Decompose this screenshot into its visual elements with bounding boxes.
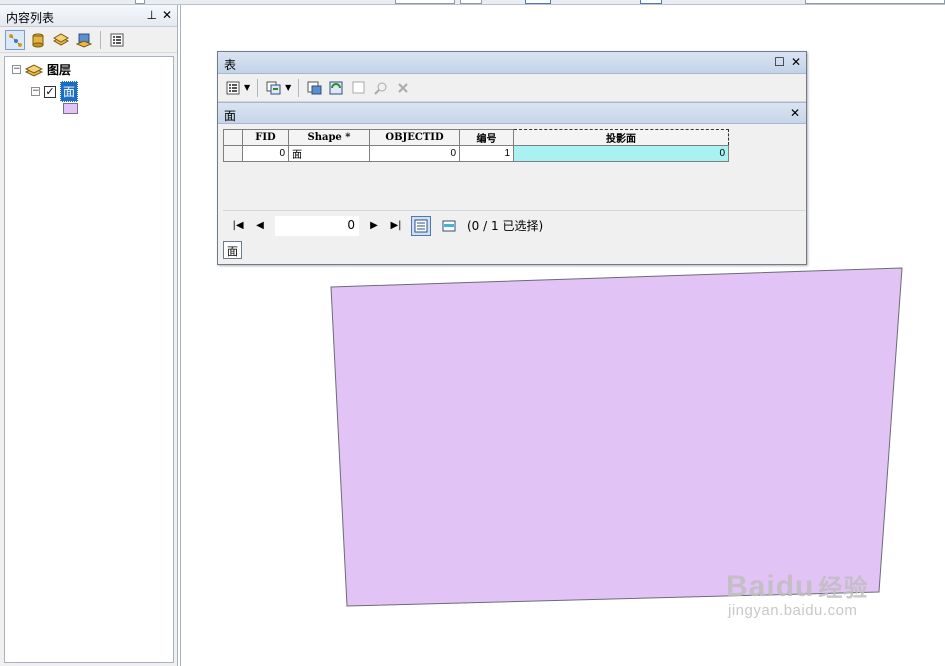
selection-layer-icon — [76, 33, 92, 48]
column-header-shape[interactable]: Shape * — [288, 129, 370, 146]
close-icon[interactable]: ✕ — [162, 8, 172, 22]
table-options-button[interactable] — [224, 80, 242, 96]
all-records-icon — [414, 219, 428, 232]
cell-shape[interactable]: 面 — [288, 145, 370, 162]
table-bottom-tab[interactable]: 面 — [223, 241, 242, 259]
last-record-icon[interactable]: ▶| — [389, 220, 403, 231]
previous-record-icon[interactable]: ◀ — [253, 220, 267, 231]
toolbar-button-stub[interactable] — [640, 0, 662, 4]
options-list-icon — [110, 33, 124, 46]
toolbar-field-stub[interactable] — [805, 0, 945, 4]
table-tab-title: 面 — [224, 109, 237, 123]
toc-toolbar — [0, 27, 177, 53]
select-by-attributes-icon — [307, 81, 322, 94]
column-header-projected-area[interactable]: 投影面 — [513, 129, 729, 146]
drawing-order-icon — [9, 33, 22, 47]
layers-icon — [53, 32, 69, 46]
table-tab-header: 面 ✕ — [218, 102, 806, 124]
legend-row — [63, 103, 78, 114]
table-header-row: FID Shape * OBJECTID 编号 投影面 — [223, 129, 729, 146]
toc-titlebar: 内容列表 ⊥ ✕ — [0, 5, 177, 27]
column-header-fid[interactable]: FID — [242, 129, 289, 146]
table-options-icon — [226, 81, 240, 94]
toolbar-field-stub[interactable] — [395, 0, 455, 4]
attribute-grid: FID Shape * OBJECTID 编号 投影面 0 面 0 1 0 — [223, 129, 805, 211]
pin-icon[interactable]: ⊥ — [147, 8, 157, 22]
first-record-icon[interactable]: |◀ — [231, 220, 245, 231]
tree-group-row[interactable]: − 图层 — [12, 61, 71, 78]
cell-objectid[interactable]: 0 — [369, 145, 460, 162]
zoom-to-selected-icon — [374, 82, 387, 95]
toc-panel: 内容列表 ⊥ ✕ − 图层 − ✓ 面 — [0, 5, 178, 666]
toolbar-separator — [257, 78, 259, 97]
tree-layer-row[interactable]: − ✓ 面 — [31, 81, 79, 102]
row-header-corner[interactable] — [223, 129, 243, 146]
select-by-attributes-button[interactable] — [306, 80, 324, 96]
maximize-icon[interactable]: ☐ — [774, 55, 785, 69]
chevron-down-icon[interactable]: ▼ — [244, 83, 250, 92]
attribute-table: FID Shape * OBJECTID 编号 投影面 0 面 0 1 0 — [223, 129, 729, 162]
table-row[interactable]: 0 面 0 1 0 — [223, 145, 729, 162]
layer-visibility-checkbox[interactable]: ✓ — [44, 85, 56, 98]
current-record-field[interactable]: 0 — [275, 215, 359, 236]
next-record-icon[interactable]: ▶ — [367, 220, 381, 231]
toolbar-separator — [100, 30, 101, 49]
cell-fid[interactable]: 0 — [242, 145, 289, 162]
tree-group-label: 图层 — [47, 63, 72, 77]
table-window-title: 表 — [224, 58, 237, 72]
zoom-to-selected-button[interactable] — [372, 80, 390, 96]
toolbar-button-stub[interactable] — [525, 0, 551, 4]
toolbar-button-stub[interactable] — [460, 0, 482, 4]
close-icon[interactable]: ✕ — [790, 106, 800, 120]
show-selected-records-button[interactable] — [439, 216, 459, 236]
chevron-down-icon[interactable]: ▼ — [285, 83, 291, 92]
database-icon — [32, 33, 44, 47]
legend-swatch — [63, 103, 78, 114]
clear-selection-icon — [352, 81, 365, 93]
list-by-drawing-order-button[interactable] — [5, 29, 25, 50]
toc-tree: − 图层 − ✓ 面 — [4, 56, 174, 663]
clear-selection-button[interactable] — [350, 80, 368, 96]
row-selector[interactable] — [223, 145, 243, 162]
switch-selection-button[interactable] — [328, 80, 346, 96]
show-all-records-button[interactable] — [411, 215, 431, 236]
column-header-objectid[interactable]: OBJECTID — [369, 129, 460, 146]
layers-group-icon — [25, 63, 43, 77]
list-by-source-button[interactable] — [28, 30, 48, 50]
selection-status: (0 / 1 已选择) — [467, 219, 544, 233]
related-tables-icon — [266, 81, 281, 94]
collapse-icon[interactable]: − — [12, 65, 21, 74]
delete-icon — [398, 82, 409, 93]
tree-layer-label[interactable]: 面 — [60, 81, 79, 102]
column-header-id[interactable]: 编号 — [459, 129, 514, 146]
table-toolbar: ▼ ▼ — [218, 74, 806, 102]
toc-title: 内容列表 — [6, 11, 55, 25]
record-navigation-bar: |◀ ◀ 0 ▶ ▶| (0 / 1 已选择) — [223, 210, 805, 240]
cell-id[interactable]: 1 — [459, 145, 514, 162]
close-icon[interactable]: ✕ — [791, 55, 801, 69]
toolbar-separator — [298, 78, 300, 97]
list-by-selection-button[interactable] — [74, 30, 94, 50]
options-button[interactable] — [107, 30, 127, 50]
list-by-visibility-button[interactable] — [51, 30, 71, 50]
table-window-titlebar: 表 ☐ ✕ — [218, 52, 806, 74]
delete-selected-button[interactable] — [394, 80, 412, 96]
collapse-icon[interactable]: − — [31, 87, 40, 96]
dropdown-stub[interactable] — [135, 0, 145, 4]
selected-records-icon — [442, 220, 456, 231]
cell-projected-area[interactable]: 0 — [513, 145, 729, 162]
related-tables-button[interactable] — [265, 80, 283, 96]
switch-selection-icon — [329, 81, 343, 94]
attribute-table-window: 表 ☐ ✕ ▼ ▼ 面 ✕ FID Shape * OBJECTID 编号 投影… — [217, 51, 807, 265]
